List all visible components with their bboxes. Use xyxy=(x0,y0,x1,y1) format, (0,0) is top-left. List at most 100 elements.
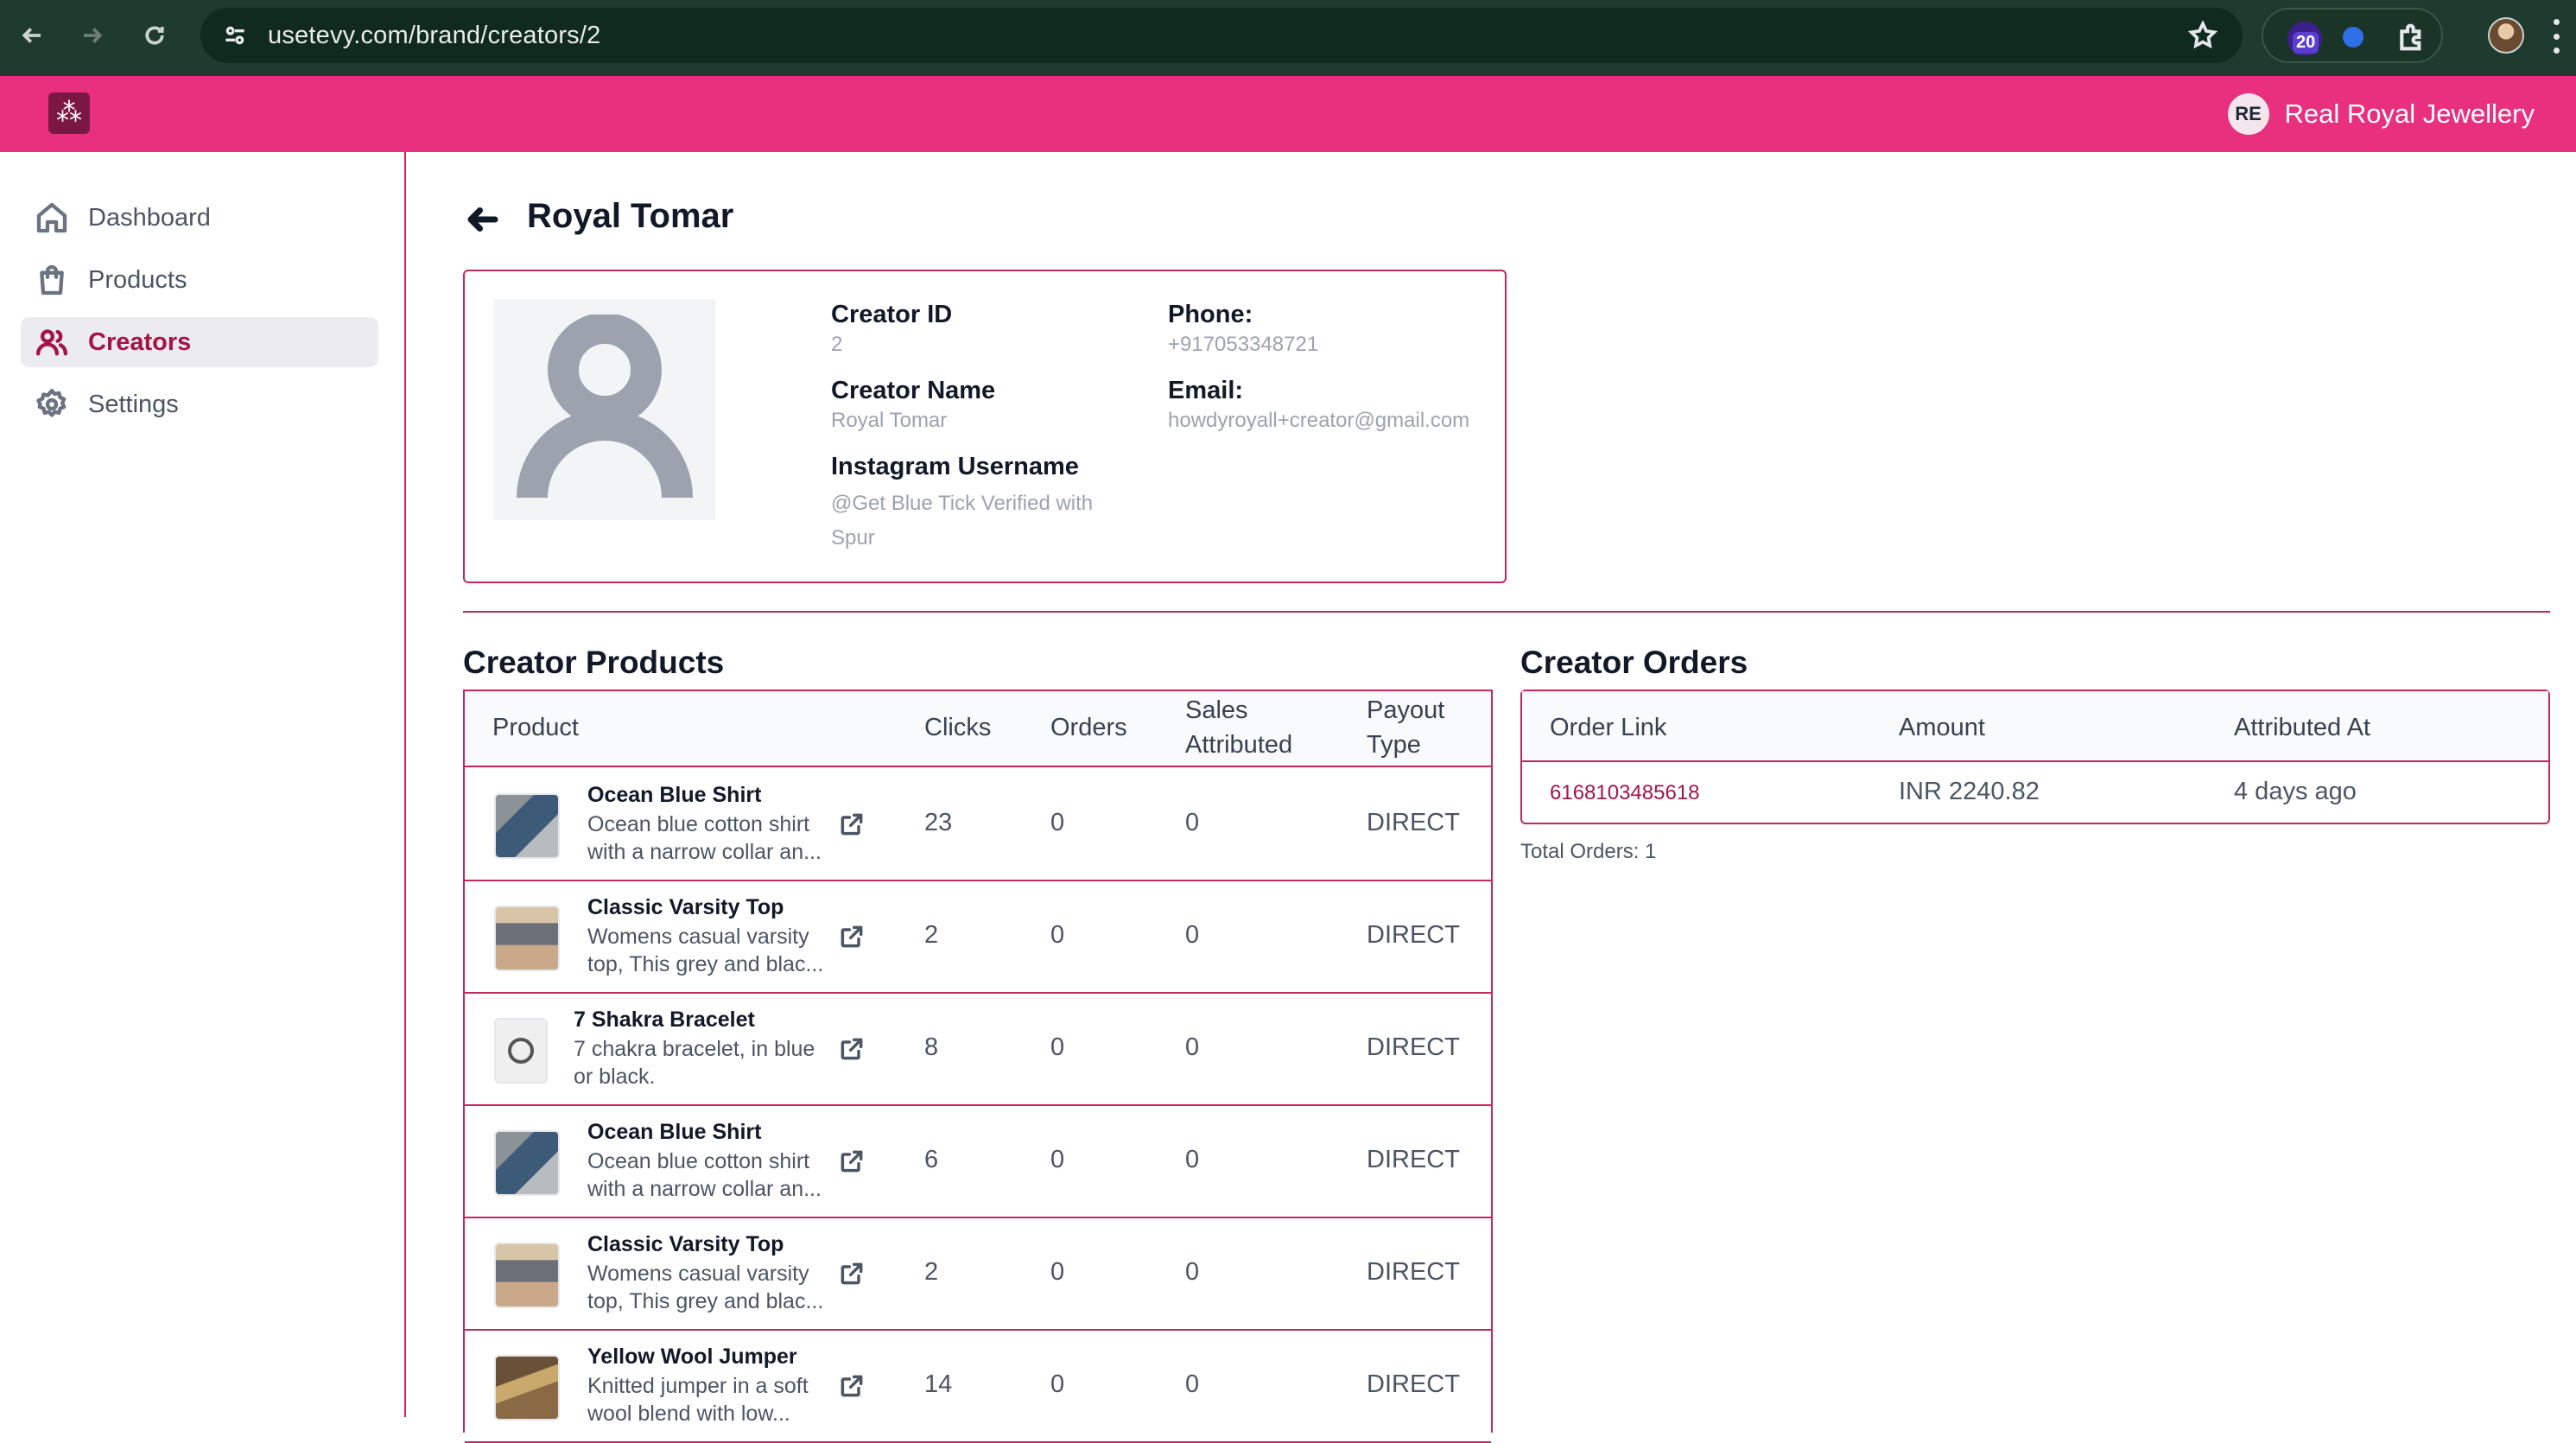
product-description: 7 chakra bracelet, in blue or black. xyxy=(574,1037,815,1089)
instagram-field: Instagram Username @Get Blue Tick Verifi… xyxy=(831,453,1142,556)
site-settings-icon[interactable] xyxy=(214,15,256,56)
product-thumbnail xyxy=(494,1243,560,1308)
browser-toolbar: usetevy.com/brand/creators/2 20 xyxy=(0,0,2576,76)
column-header-orders: Orders xyxy=(1050,714,1127,741)
brand-name: Real Royal Jewellery xyxy=(2284,99,2535,129)
order-link[interactable]: 6168103485618 xyxy=(1550,781,1700,805)
orders-cell: 0 xyxy=(1050,921,1065,949)
back-nav-icon[interactable] xyxy=(10,14,54,57)
order-attributed-at: 4 days ago xyxy=(2234,778,2357,805)
creator-id-value: 2 xyxy=(831,333,843,356)
payout-cell: DIRECT xyxy=(1367,1146,1460,1173)
external-link-icon[interactable] xyxy=(838,1147,866,1175)
address-bar[interactable]: usetevy.com/brand/creators/2 xyxy=(200,8,2243,63)
sidebar-item-label: Creators xyxy=(88,327,192,356)
table-row: Yellow Wool Jumper Knitted jumper in a so… xyxy=(465,1331,1491,1443)
sales-cell: 0 xyxy=(1185,1033,1200,1061)
extension-badge: 20 xyxy=(2293,32,2319,54)
product-description: Knitted jumper in a soft wool blend with… xyxy=(587,1374,809,1426)
external-link-icon[interactable] xyxy=(838,810,866,838)
product-name: Classic Varsity Top xyxy=(587,895,784,919)
orders-cell: 0 xyxy=(1050,1146,1065,1173)
creator-orders-table: Order Link Amount Attributed At 61681034… xyxy=(1520,690,2550,824)
table-row: Classic Varsity Top Womens casual varsity… xyxy=(465,881,1491,994)
phone-label: Phone: xyxy=(1168,301,1253,328)
table-row: Ocean Blue Shirt Ocean blue cotton shirt … xyxy=(465,769,1491,881)
column-header-attributed-at: Attributed At xyxy=(2234,714,2370,741)
sales-cell: 0 xyxy=(1185,1370,1200,1398)
sales-cell: 0 xyxy=(1185,1146,1200,1173)
phone-field: Phone: +917053348721 xyxy=(1168,301,1318,360)
clicks-cell: 23 xyxy=(924,809,953,836)
users-icon xyxy=(35,325,69,359)
email-label: Email: xyxy=(1168,377,1244,404)
reload-icon[interactable] xyxy=(133,14,176,57)
url-text[interactable]: usetevy.com/brand/creators/2 xyxy=(268,22,600,50)
product-name: Ocean Blue Shirt xyxy=(587,1120,762,1144)
orders-cell: 0 xyxy=(1050,809,1065,836)
external-link-icon[interactable] xyxy=(838,1260,866,1287)
phone-value: +917053348721 xyxy=(1168,333,1319,356)
sidebar-item-products[interactable]: Products xyxy=(21,255,378,305)
clicks-cell: 8 xyxy=(924,1033,939,1061)
sidebar-item-label: Dashboard xyxy=(88,203,211,232)
product-name: Ocean Blue Shirt xyxy=(587,783,762,807)
column-header-payout: Payout Type xyxy=(1367,696,1445,759)
product-description: Womens casual varsity top, This grey and… xyxy=(587,925,824,976)
sidebar-item-label: Settings xyxy=(88,390,179,418)
home-icon xyxy=(35,200,69,235)
clicks-cell: 6 xyxy=(924,1146,939,1173)
puzzle-icon[interactable] xyxy=(2395,20,2429,54)
orders-cell: 0 xyxy=(1050,1258,1065,1286)
back-arrow-icon[interactable] xyxy=(465,201,501,238)
clicks-cell: 2 xyxy=(924,921,939,949)
app-header: ⁂ RE Real Royal Jewellery xyxy=(0,76,2576,152)
sales-cell: 0 xyxy=(1185,1258,1200,1286)
product-thumbnail xyxy=(494,906,560,971)
sidebar-item-creators[interactable]: Creators xyxy=(21,317,378,367)
table-row: Ocean Blue Shirt Ocean blue cotton shirt … xyxy=(465,1106,1491,1218)
extension-dot-icon[interactable] xyxy=(2343,27,2363,48)
external-link-icon[interactable] xyxy=(838,1372,866,1400)
product-thumbnail xyxy=(494,1355,560,1421)
page-title: Royal Tomar xyxy=(527,197,734,235)
product-description: Ocean blue cotton shirt with a narrow co… xyxy=(587,812,822,864)
brand-avatar: RE xyxy=(2227,93,2269,135)
column-header-amount: Amount xyxy=(1899,714,1985,741)
email-value: howdyroyall+creator@gmail.com xyxy=(1168,409,1470,432)
creator-name-value: Royal Tomar xyxy=(831,409,948,432)
sidebar: Dashboard Products Creators Settings xyxy=(0,152,406,1417)
creator-orders-title: Creator Orders xyxy=(1520,645,1748,680)
payout-cell: DIRECT xyxy=(1367,1033,1460,1061)
sales-cell: 0 xyxy=(1185,809,1200,836)
creator-id-label: Creator ID xyxy=(831,301,953,328)
external-link-icon[interactable] xyxy=(838,1035,866,1063)
forward-nav-icon[interactable] xyxy=(71,14,114,57)
bookmark-star-icon[interactable] xyxy=(2187,20,2218,51)
sidebar-item-label: Products xyxy=(88,265,187,294)
column-header-order-link: Order Link xyxy=(1550,714,1667,741)
payout-cell: DIRECT xyxy=(1367,1370,1460,1398)
clicks-cell: 2 xyxy=(924,1258,939,1286)
brand-menu[interactable]: RE Real Royal Jewellery xyxy=(2227,93,2535,135)
product-description: Ocean blue cotton shirt with a narrow co… xyxy=(587,1149,822,1201)
browser-menu-icon[interactable] xyxy=(2552,19,2560,54)
profile-avatar[interactable] xyxy=(2488,17,2524,54)
orders-cell: 0 xyxy=(1050,1370,1065,1398)
app-logo[interactable]: ⁂ xyxy=(48,92,90,134)
creator-id-field: Creator ID 2 xyxy=(831,301,952,360)
product-thumbnail xyxy=(494,1130,560,1196)
orders-cell: 0 xyxy=(1050,1033,1065,1061)
column-header-sales: Sales Attributed xyxy=(1185,696,1293,759)
product-thumbnail xyxy=(494,1018,548,1084)
product-name: Classic Varsity Top xyxy=(587,1232,784,1256)
sidebar-item-settings[interactable]: Settings xyxy=(21,379,378,429)
external-link-icon[interactable] xyxy=(838,923,866,950)
email-field: Email: howdyroyall+creator@gmail.com xyxy=(1168,377,1469,436)
shopping-bag-icon xyxy=(35,263,69,297)
user-placeholder-icon xyxy=(517,315,693,499)
payout-cell: DIRECT xyxy=(1367,1258,1460,1286)
sidebar-item-dashboard[interactable]: Dashboard xyxy=(21,193,378,243)
creator-name-field: Creator Name Royal Tomar xyxy=(831,377,995,436)
payout-cell: DIRECT xyxy=(1367,809,1460,836)
